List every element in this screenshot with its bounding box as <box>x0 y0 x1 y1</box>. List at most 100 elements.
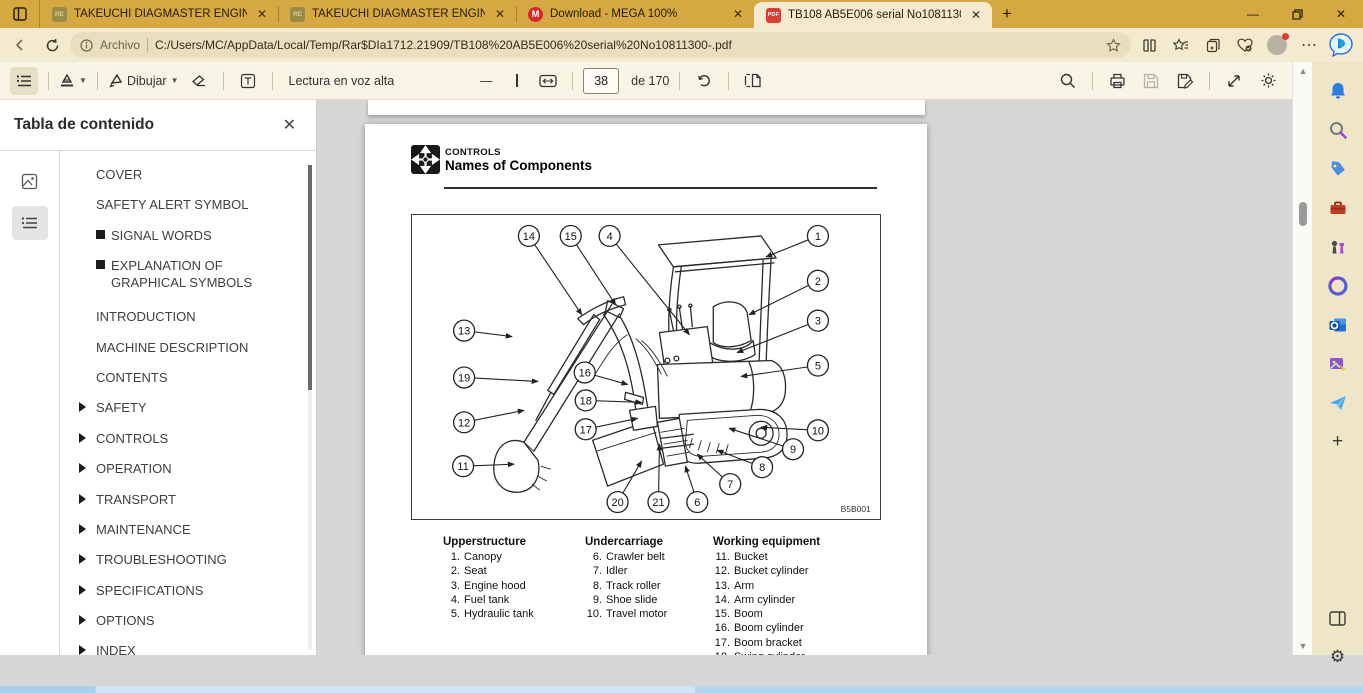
favorites-button[interactable] <box>1167 32 1195 58</box>
tab-takeuchi-1[interactable]: RE TAKEUCHI DIAGMASTER ENGINE ✕ <box>40 0 278 28</box>
back-button[interactable] <box>6 32 34 58</box>
toc-close-button[interactable]: ✕ <box>283 115 296 135</box>
url-scheme-label: Archivo <box>100 38 140 52</box>
toc-item-maintenance[interactable]: MAINTENANCE <box>96 518 306 548</box>
close-window-button[interactable]: ✕ <box>1319 0 1363 28</box>
toc-item-index[interactable]: INDEX <box>96 639 306 655</box>
tab-mega-download[interactable]: M Download - MEGA 100% ✕ <box>516 0 754 28</box>
page-number-input[interactable] <box>583 68 619 94</box>
favorites-icon <box>1173 38 1189 53</box>
pdf-viewport[interactable]: CONTROLS Names of Components <box>317 100 1292 655</box>
tab-takeuchi-2[interactable]: RE TAKEUCHI DIAGMASTER ENGINE ✕ <box>278 0 516 28</box>
pdf-toolbar: ▼ Dibujar ▼ Lectura en voz alta <box>0 62 1292 100</box>
tools-toolbox-icon[interactable] <box>1327 197 1349 219</box>
fullscreen-button[interactable] <box>1220 67 1248 95</box>
toc-item-machine-description[interactable]: MACHINE DESCRIPTION <box>96 336 306 366</box>
toc-item-cover[interactable]: COVER <box>96 163 306 193</box>
toc-item-options[interactable]: OPTIONS <box>96 609 306 639</box>
expand-arrow-icon[interactable] <box>79 615 86 625</box>
zoom-out-button[interactable]: — <box>472 67 500 95</box>
sidebar-add-button[interactable]: + <box>1327 431 1349 453</box>
expand-arrow-icon[interactable] <box>79 524 86 534</box>
toc-scrollbar[interactable] <box>308 165 312 649</box>
outline-view-button[interactable] <box>12 206 48 240</box>
drop-app-icon[interactable] <box>1327 392 1349 414</box>
rotate-button[interactable] <box>690 67 718 95</box>
profile-button[interactable] <box>1263 32 1291 58</box>
tab-pdf-active[interactable]: PDF TB108 AB5E006 serial No1081130 ✕ <box>754 2 992 28</box>
svg-text:19: 19 <box>458 372 470 384</box>
erase-button[interactable] <box>185 67 213 95</box>
expand-arrow-icon[interactable] <box>79 433 86 443</box>
search-document-button[interactable] <box>1054 67 1082 95</box>
address-bar[interactable]: Archivo C:/Users/MC/AppData/Local/Temp/R… <box>70 32 1131 58</box>
toc-item-signal-words[interactable]: SIGNAL WORDS <box>96 224 306 254</box>
working-equipment-list: Working equipment 11.Bucket 12.Bucket cy… <box>713 536 843 655</box>
toc-rail <box>0 151 60 655</box>
toc-item-operation[interactable]: OPERATION <box>96 457 306 487</box>
games-chess-icon[interactable] <box>1327 236 1349 258</box>
page-view-button[interactable] <box>739 67 767 95</box>
toc-toggle-button[interactable] <box>10 67 38 95</box>
read-aloud-button[interactable]: Lectura en voz alta <box>283 67 401 95</box>
split-screen-button[interactable] <box>1135 32 1163 58</box>
microsoft-365-icon[interactable] <box>1327 275 1349 297</box>
thumbnails-view-button[interactable] <box>12 164 48 198</box>
favorite-star-icon[interactable] <box>1106 38 1121 53</box>
toc-item-safety-alert-symbol[interactable]: SAFETY ALERT SYMBOL <box>96 193 306 223</box>
expand-arrow-icon[interactable] <box>79 494 86 504</box>
tab-close-icon[interactable]: ✕ <box>254 7 270 21</box>
notification-bell-icon[interactable] <box>1327 80 1349 102</box>
collections-icon <box>1206 38 1221 53</box>
highlight-button[interactable]: ▼ <box>59 67 87 95</box>
sidebar-search-icon[interactable] <box>1327 119 1349 141</box>
expand-arrow-icon[interactable] <box>79 585 86 595</box>
add-text-button[interactable] <box>234 67 262 95</box>
outlook-icon[interactable] <box>1327 314 1349 336</box>
draw-button[interactable]: Dibujar ▼ <box>108 67 179 95</box>
expand-arrow-icon[interactable] <box>79 554 86 564</box>
svg-text:6: 6 <box>694 497 700 509</box>
tab-actions-menu-button[interactable] <box>0 0 40 28</box>
toc-item-explanation-graphical-symbols[interactable]: EXPLANATION OF GRAPHICAL SYMBOLS <box>96 254 296 305</box>
zoom-slider-handle[interactable] <box>516 74 518 87</box>
tab-close-icon[interactable]: ✕ <box>492 7 508 21</box>
save-button[interactable] <box>1137 67 1165 95</box>
pdf-scrollbar[interactable]: ▲ ▼ <box>1292 62 1312 655</box>
toc-item-troubleshooting[interactable]: TROUBLESHOOTING <box>96 548 306 578</box>
minimize-button[interactable]: — <box>1231 0 1275 28</box>
pdf-settings-button[interactable] <box>1254 67 1282 95</box>
scrollbar-thumb[interactable] <box>1299 202 1307 226</box>
more-menu-button[interactable]: ⋯ <box>1295 32 1323 58</box>
new-tab-button[interactable]: + <box>992 0 1022 28</box>
tab-close-icon[interactable]: ✕ <box>968 8 984 22</box>
browser-essentials-button[interactable] <box>1231 32 1259 58</box>
bing-copilot-button[interactable] <box>1327 32 1355 58</box>
toc-scrollbar-thumb[interactable] <box>308 165 312 390</box>
toc-item-specifications[interactable]: SPECIFICATIONS <box>96 579 306 609</box>
tab-close-icon[interactable]: ✕ <box>730 7 746 21</box>
toc-item-safety[interactable]: SAFETY <box>96 396 306 426</box>
toc-item-contents[interactable]: CONTENTS <box>96 366 306 396</box>
expand-arrow-icon[interactable] <box>79 463 86 473</box>
shopping-tag-icon[interactable] <box>1327 158 1349 180</box>
collections-button[interactable] <box>1199 32 1227 58</box>
toc-item-controls[interactable]: CONTROLS <box>96 427 306 457</box>
sidebar-panel-button[interactable] <box>1327 607 1349 629</box>
print-button[interactable] <box>1103 67 1131 95</box>
refresh-button[interactable] <box>38 32 66 58</box>
image-creator-icon[interactable] <box>1327 353 1349 375</box>
toc-item-introduction[interactable]: INTRODUCTION <box>96 305 306 335</box>
read-aloud-label: Lectura en voz alta <box>289 74 395 88</box>
sidebar-settings-button[interactable]: ⚙ <box>1327 646 1349 668</box>
add-text-icon <box>240 73 256 89</box>
fit-to-width-button[interactable] <box>534 67 562 95</box>
expand-arrow-icon[interactable] <box>79 645 86 655</box>
save-as-button[interactable] <box>1171 67 1199 95</box>
scroll-down-arrow[interactable]: ▼ <box>1293 641 1313 651</box>
bing-copilot-icon <box>1329 33 1353 57</box>
restore-button[interactable] <box>1275 0 1319 28</box>
toc-item-transport[interactable]: TRANSPORT <box>96 488 306 518</box>
expand-arrow-icon[interactable] <box>79 402 86 412</box>
scroll-up-arrow[interactable]: ▲ <box>1293 66 1313 76</box>
